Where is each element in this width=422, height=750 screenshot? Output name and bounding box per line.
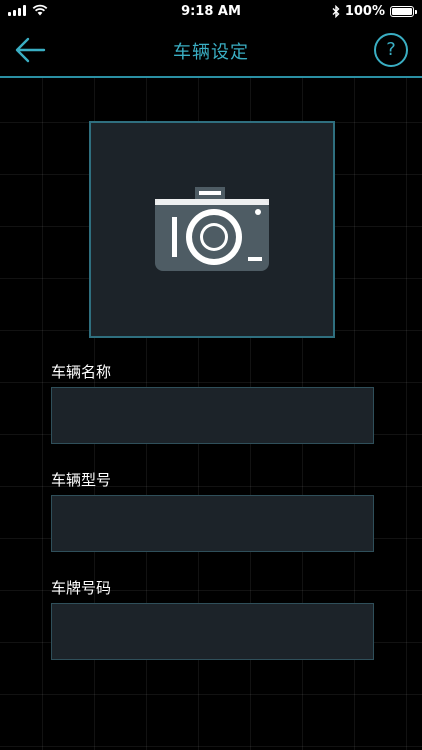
license-plate-label: 车牌号码 [51, 579, 112, 597]
vehicle-model-label: 车辆型号 [51, 471, 112, 489]
vehicle-name-input[interactable] [51, 387, 374, 444]
battery-percent: 100% [344, 4, 385, 19]
vehicle-photo-picker[interactable] [89, 121, 335, 338]
status-right: 100% [332, 4, 417, 19]
bluetooth-icon [332, 5, 340, 18]
page-title: 车辆设定 [173, 42, 249, 63]
status-bar: 9:18 AM 100% [0, 0, 422, 24]
help-button[interactable]: ? [374, 33, 408, 67]
battery-level-fill [392, 8, 412, 15]
vehicle-model-input[interactable] [51, 495, 374, 552]
camera-icon [155, 187, 269, 271]
nav-bar: 车辆设定 ? [0, 24, 422, 78]
battery-icon [390, 6, 417, 17]
vehicle-name-label: 车辆名称 [51, 363, 112, 381]
license-plate-input[interactable] [51, 603, 374, 660]
